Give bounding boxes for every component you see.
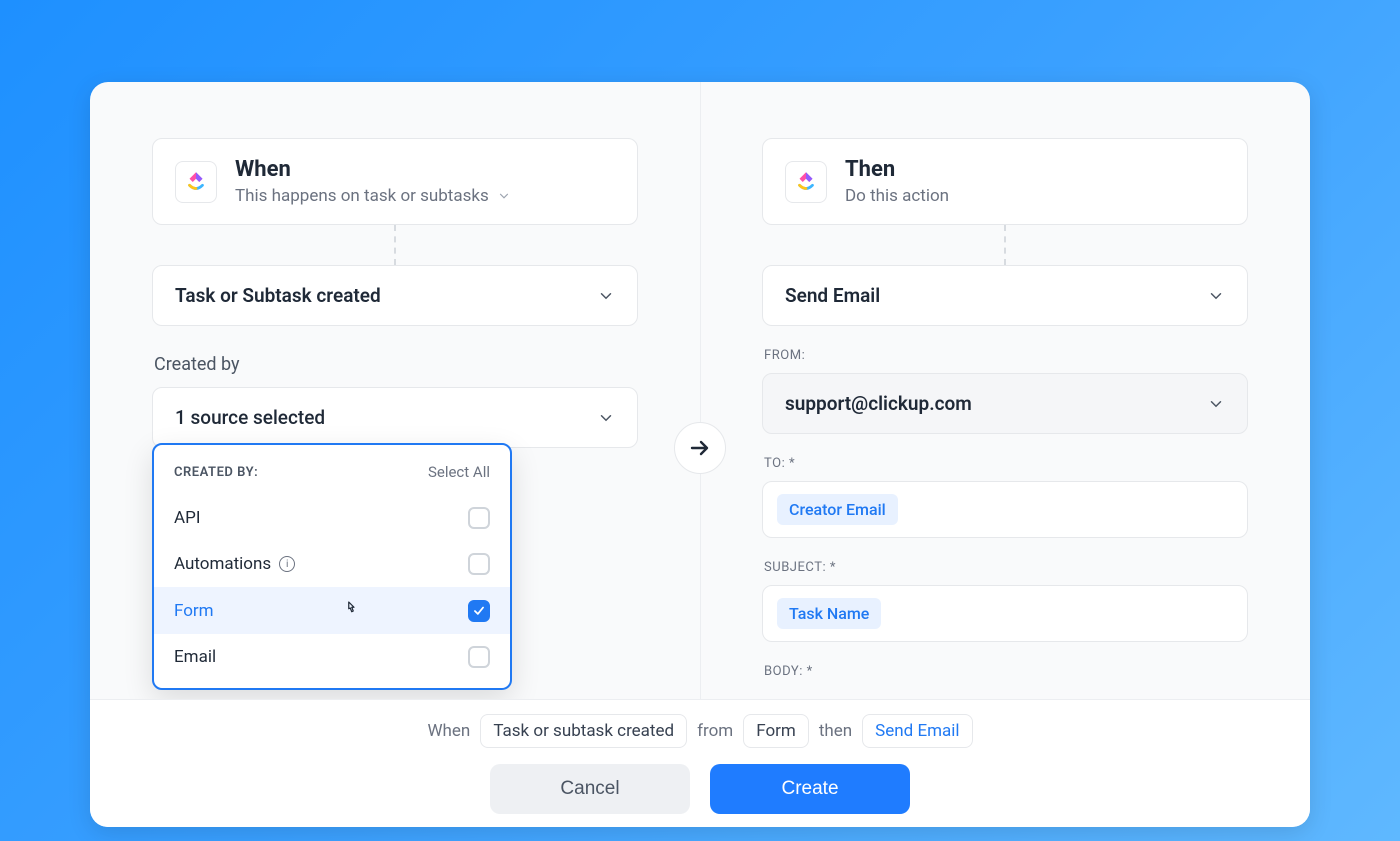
then-subtitle-text: Do this action <box>845 186 949 206</box>
from-dropdown[interactable]: support@clickup.com <box>762 373 1248 434</box>
summary-trigger-chip[interactable]: Task or subtask created <box>480 714 687 748</box>
source-dropdown[interactable]: 1 source selected <box>152 387 638 448</box>
when-header-card: When This happens on task or subtasks <box>152 138 638 225</box>
when-subtitle[interactable]: This happens on task or subtasks <box>235 186 615 206</box>
source-panel-title: CREATED BY: <box>174 465 258 480</box>
then-title: Then <box>845 157 1225 182</box>
then-subtitle: Do this action <box>845 186 1225 206</box>
create-button[interactable]: Create <box>710 764 910 814</box>
source-option-label: Automations <box>174 554 271 574</box>
automation-builder: When This happens on task or subtasks Ta… <box>90 82 1310 827</box>
connector-line <box>394 225 396 265</box>
clickup-logo-icon <box>175 161 217 203</box>
source-option-label: Form <box>174 601 214 621</box>
chevron-down-icon <box>597 287 615 305</box>
when-title: When <box>235 157 615 182</box>
source-option-email[interactable]: Email <box>154 634 510 680</box>
to-field[interactable]: Creator Email <box>762 481 1248 538</box>
action-dropdown[interactable]: Send Email <box>762 265 1248 326</box>
summary-sentence: When Task or subtask created from Form t… <box>427 714 972 748</box>
action-label: Send Email <box>785 284 880 307</box>
subject-field[interactable]: Task Name <box>762 585 1248 642</box>
source-summary-text: 1 source selected <box>175 406 325 429</box>
select-all-button[interactable]: Select All <box>428 463 490 481</box>
checkbox[interactable] <box>468 646 490 668</box>
checkbox[interactable] <box>468 600 490 622</box>
chevron-down-icon <box>1207 395 1225 413</box>
source-option-label: API <box>174 508 200 528</box>
from-value: support@clickup.com <box>785 392 972 415</box>
source-option-form[interactable]: Form <box>154 587 510 634</box>
to-label: TO: * <box>764 456 1248 471</box>
clickup-logo-icon <box>785 161 827 203</box>
to-token[interactable]: Creator Email <box>777 494 898 525</box>
summary-when-word: When <box>427 721 470 741</box>
source-option-api[interactable]: API <box>154 495 510 541</box>
summary-then-word: then <box>819 721 852 741</box>
chevron-down-icon <box>597 409 615 427</box>
from-label: FROM: <box>764 348 1248 363</box>
checkbox[interactable] <box>468 507 490 529</box>
info-icon[interactable]: i <box>279 556 295 572</box>
summary-from-word: from <box>697 721 733 741</box>
connector-line <box>1004 225 1006 265</box>
source-option-automations[interactable]: Automations i <box>154 541 510 587</box>
chevron-down-icon <box>497 189 511 203</box>
then-header-card: Then Do this action <box>762 138 1248 225</box>
summary-source-chip[interactable]: Form <box>743 714 809 748</box>
cursor-pointer-icon <box>342 599 360 622</box>
source-option-label: Email <box>174 647 216 667</box>
trigger-label: Task or Subtask created <box>175 284 381 307</box>
body-label: BODY: * <box>764 664 1248 679</box>
summary-action-chip[interactable]: Send Email <box>862 714 972 748</box>
cancel-button[interactable]: Cancel <box>490 764 690 814</box>
trigger-dropdown[interactable]: Task or Subtask created <box>152 265 638 326</box>
checkbox[interactable] <box>468 553 490 575</box>
flow-arrow-icon <box>674 422 726 474</box>
source-panel: CREATED BY: Select All API Automations i Fo… <box>152 443 512 690</box>
when-subtitle-text: This happens on task or subtasks <box>235 186 489 206</box>
subject-token[interactable]: Task Name <box>777 598 881 629</box>
created-by-label: Created by <box>154 354 638 375</box>
subject-label: SUBJECT: * <box>764 560 1248 575</box>
footer-bar: When Task or subtask created from Form t… <box>90 699 1310 827</box>
chevron-down-icon <box>1207 287 1225 305</box>
